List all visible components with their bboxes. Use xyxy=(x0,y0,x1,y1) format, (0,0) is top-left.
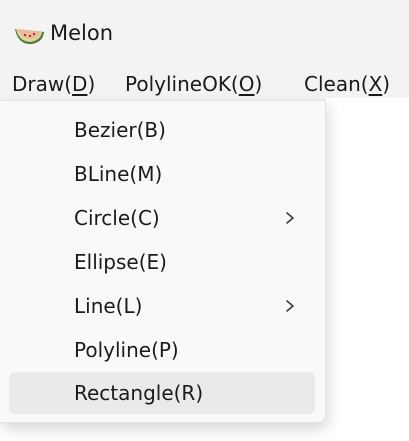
menu-polylineok-mnemonic: O xyxy=(238,72,255,96)
menu-polylineok-suffix: ) xyxy=(254,72,263,96)
menubar-divider xyxy=(326,98,409,100)
menu-item-ellipse-label: Ellipse(E) xyxy=(74,250,167,274)
menu-draw[interactable]: Draw(D) xyxy=(12,70,95,98)
menu-item-bline[interactable]: BLine(M) xyxy=(9,153,315,195)
window-title: Melon xyxy=(50,21,114,45)
menu-polylineok-label: PolylineOK( xyxy=(125,72,239,96)
title-bar: Melon xyxy=(0,0,409,68)
menu-item-bezier[interactable]: Bezier(B) xyxy=(9,109,315,151)
menu-item-bezier-label: Bezier(B) xyxy=(74,118,166,142)
menu-item-bline-label: BLine(M) xyxy=(74,162,163,186)
menu-item-polyline[interactable]: Polyline(P) xyxy=(9,329,315,371)
menu-draw-mnemonic: D xyxy=(72,72,88,96)
menu-item-line[interactable]: Line(L) xyxy=(9,285,315,327)
menu-clean-suffix: ) xyxy=(382,72,391,96)
menu-item-polyline-label: Polyline(P) xyxy=(74,338,179,362)
menu-item-line-label: Line(L) xyxy=(74,294,143,318)
menu-item-ellipse[interactable]: Ellipse(E) xyxy=(9,241,315,283)
menu-polylineok[interactable]: PolylineOK(O) xyxy=(125,70,262,98)
menu-draw-suffix: ) xyxy=(87,72,96,96)
menu-item-circle[interactable]: Circle(C) xyxy=(9,197,315,239)
chevron-right-icon xyxy=(286,212,294,224)
menu-item-rectangle[interactable]: Rectangle(R) xyxy=(9,372,315,414)
menu-item-rectangle-label: Rectangle(R) xyxy=(74,381,204,405)
chevron-right-icon xyxy=(286,300,294,312)
melon-slice-icon xyxy=(15,29,44,45)
menu-item-circle-label: Circle(C) xyxy=(74,206,160,230)
menu-clean[interactable]: Clean(X) xyxy=(304,70,390,98)
draw-dropdown-menu: Bezier(B) BLine(M) Circle(C) Ellipse(E) … xyxy=(0,100,326,423)
menu-draw-label: Draw( xyxy=(12,72,73,96)
menu-clean-mnemonic: X xyxy=(368,72,383,96)
menu-clean-label: Clean( xyxy=(304,72,369,96)
